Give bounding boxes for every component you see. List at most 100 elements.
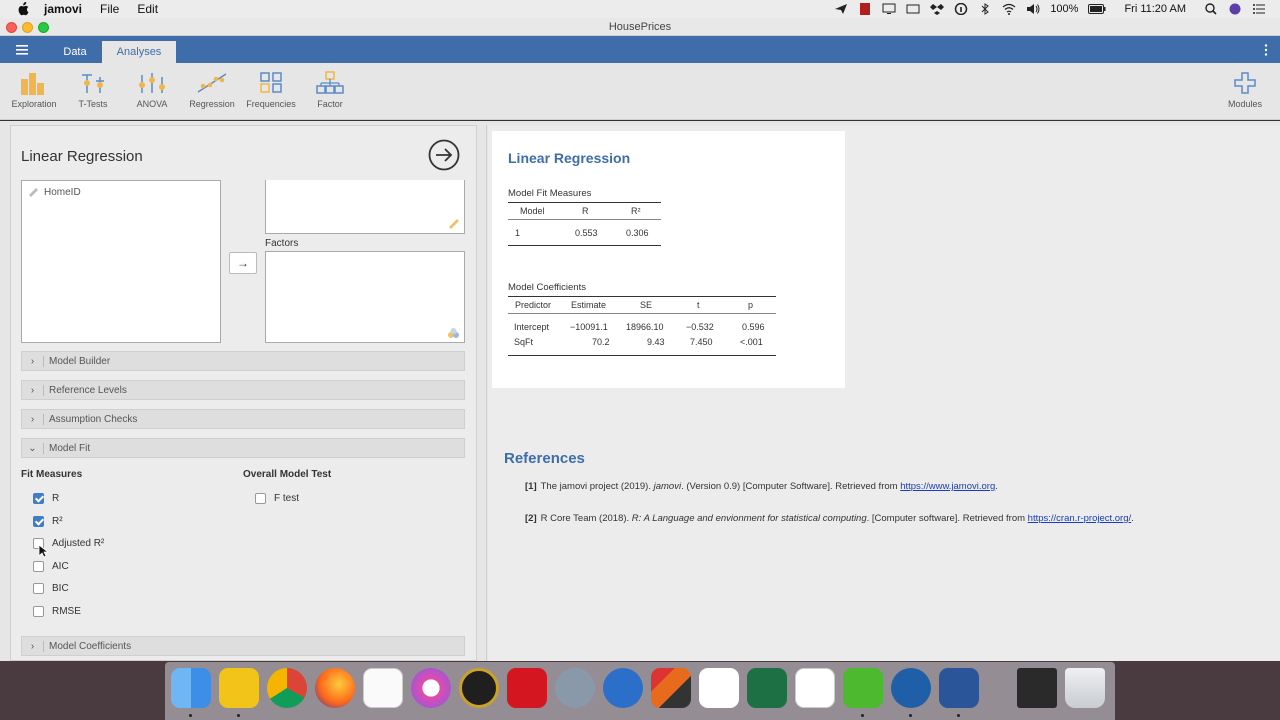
menu-edit[interactable]: Edit xyxy=(137,2,158,16)
checkbox-aic[interactable]: AIC xyxy=(33,561,69,572)
section-model-builder[interactable]: › Model Builder xyxy=(21,351,465,371)
stacks-icon[interactable] xyxy=(651,668,691,708)
checkbox-bic[interactable]: BIC xyxy=(33,583,69,594)
word-icon[interactable] xyxy=(939,668,979,708)
section-reference-levels[interactable]: › Reference Levels xyxy=(21,380,465,400)
reminders-icon[interactable] xyxy=(363,668,403,708)
variable-item[interactable]: HomeID xyxy=(28,187,81,198)
r-icon[interactable] xyxy=(603,668,643,708)
clock[interactable]: Fri 11:20 AM xyxy=(1124,3,1186,15)
bluetooth-icon[interactable] xyxy=(978,3,992,15)
coef-cell: <.001 xyxy=(740,337,763,347)
tableau-icon[interactable] xyxy=(699,668,739,708)
section-label: Model Builder xyxy=(49,355,111,367)
reference-link[interactable]: https://www.jamovi.org xyxy=(900,481,995,492)
section-assumption-checks[interactable]: › Assumption Checks xyxy=(21,409,465,429)
results-card[interactable]: Linear Regression Model Fit Measures Mod… xyxy=(492,131,845,388)
rstudio-icon[interactable] xyxy=(555,668,595,708)
camtasia-icon[interactable] xyxy=(843,668,883,708)
ribbon-regression[interactable]: Regression xyxy=(184,71,240,109)
panel-divider[interactable] xyxy=(486,125,487,661)
running-indicator xyxy=(237,714,240,717)
chrome-icon[interactable] xyxy=(267,668,307,708)
ultraedit-icon[interactable] xyxy=(459,668,499,708)
checkbox-rmse[interactable]: RMSE xyxy=(33,606,81,617)
checkbox-f-test[interactable]: F test xyxy=(255,493,299,504)
checkbox-box[interactable] xyxy=(255,493,266,504)
siri-icon[interactable] xyxy=(1228,3,1242,15)
apple-logo-icon[interactable] xyxy=(16,2,30,16)
checkbox-r2[interactable]: R² xyxy=(33,516,63,527)
ribbon-ttests[interactable]: T-Tests xyxy=(65,71,121,109)
mathematica-icon[interactable] xyxy=(507,668,547,708)
ribbon-factor[interactable]: Factor xyxy=(302,71,358,109)
section-label: Assumption Checks xyxy=(49,413,138,425)
volume-icon[interactable] xyxy=(1026,3,1040,15)
fit-measures-heading: Fit Measures xyxy=(21,469,83,480)
run-arrow-button-icon[interactable] xyxy=(428,139,460,171)
ribbon-factor-label: Factor xyxy=(317,99,343,109)
ribbon-frequencies[interactable]: Frequencies xyxy=(243,71,299,109)
coef-cell: Intercept xyxy=(514,322,550,332)
notification-center-icon[interactable] xyxy=(1252,3,1266,15)
menu-app-name[interactable]: jamovi xyxy=(44,2,82,16)
coef-header-se: SE xyxy=(640,300,653,310)
tab-analyses[interactable]: Analyses xyxy=(102,41,176,63)
ttests-icon xyxy=(82,74,104,93)
ribbon-exploration[interactable]: Exploration xyxy=(6,71,62,109)
plane-icon[interactable] xyxy=(834,3,848,15)
red-app-icon[interactable] xyxy=(858,3,872,15)
tab-data[interactable]: Data xyxy=(50,41,100,63)
hamburger-menu-icon[interactable] xyxy=(14,44,32,56)
table-rule xyxy=(508,202,661,203)
firefox-icon[interactable] xyxy=(315,668,355,708)
reference-text: . xyxy=(995,481,998,492)
checkbox-box[interactable] xyxy=(33,606,44,617)
fit-cell-model: 1 xyxy=(515,228,521,238)
wifi-icon[interactable] xyxy=(1002,3,1016,15)
factors-target-box[interactable] xyxy=(265,251,465,343)
ribbon-modules[interactable]: Modules xyxy=(1217,71,1273,109)
menubar-status-area: 100% Fri 11:20 AM xyxy=(834,3,1280,15)
covariates-target-box[interactable] xyxy=(265,180,465,234)
checkbox-box[interactable] xyxy=(33,516,44,527)
spotlight-search-icon[interactable] xyxy=(1204,3,1218,15)
battery-icon[interactable] xyxy=(1088,3,1106,15)
trash-icon[interactable] xyxy=(1065,668,1105,708)
checkbox-r[interactable]: R xyxy=(33,493,59,504)
checkbox-label: R² xyxy=(52,516,63,527)
ribbon-anova[interactable]: ANOVA xyxy=(124,71,180,109)
vectorworks-icon[interactable] xyxy=(891,668,931,708)
checkbox-box[interactable] xyxy=(33,561,44,572)
checkbox-box[interactable] xyxy=(33,583,44,594)
display-icon[interactable] xyxy=(882,3,896,15)
finder-icon[interactable] xyxy=(171,668,211,708)
menu-file[interactable]: File xyxy=(100,2,119,16)
coef-cell: 7.450 xyxy=(690,337,713,347)
forklift-icon[interactable] xyxy=(219,668,259,708)
reference-text: . [Computer software]. Retrieved from xyxy=(866,513,1028,524)
checkbox-box[interactable] xyxy=(33,493,44,504)
battery-percent: 100% xyxy=(1050,3,1079,15)
more-options-icon[interactable] xyxy=(1264,44,1268,56)
info-icon[interactable] xyxy=(954,3,968,15)
reference-link[interactable]: https://cran.r-project.org/ xyxy=(1028,513,1131,524)
coef-header-t: t xyxy=(697,300,700,310)
continuous-ruler-icon xyxy=(449,219,459,229)
section-model-fit[interactable]: ⌄ Model Fit xyxy=(21,438,465,458)
petit-robert-icon[interactable] xyxy=(795,668,835,708)
variables-list[interactable]: HomeID xyxy=(21,180,221,343)
excel-icon[interactable] xyxy=(747,668,787,708)
dropbox-icon[interactable] xyxy=(930,3,945,15)
move-to-factors-button[interactable]: → xyxy=(229,252,257,274)
itunes-icon[interactable] xyxy=(411,668,451,708)
running-indicator xyxy=(189,714,192,717)
section-label: Model Coefficients xyxy=(49,640,132,652)
mac-menubar: jamovi File Edit 100% Fri 11:20 AM xyxy=(0,0,1280,18)
screen-icon[interactable] xyxy=(906,3,920,15)
section-label: Reference Levels xyxy=(49,384,127,396)
references-title: References xyxy=(504,450,585,467)
screen-recorder-icon[interactable] xyxy=(1017,668,1057,708)
section-model-coefficients[interactable]: › Model Coefficients xyxy=(21,636,465,656)
ribbon-anova-label: ANOVA xyxy=(136,99,168,109)
